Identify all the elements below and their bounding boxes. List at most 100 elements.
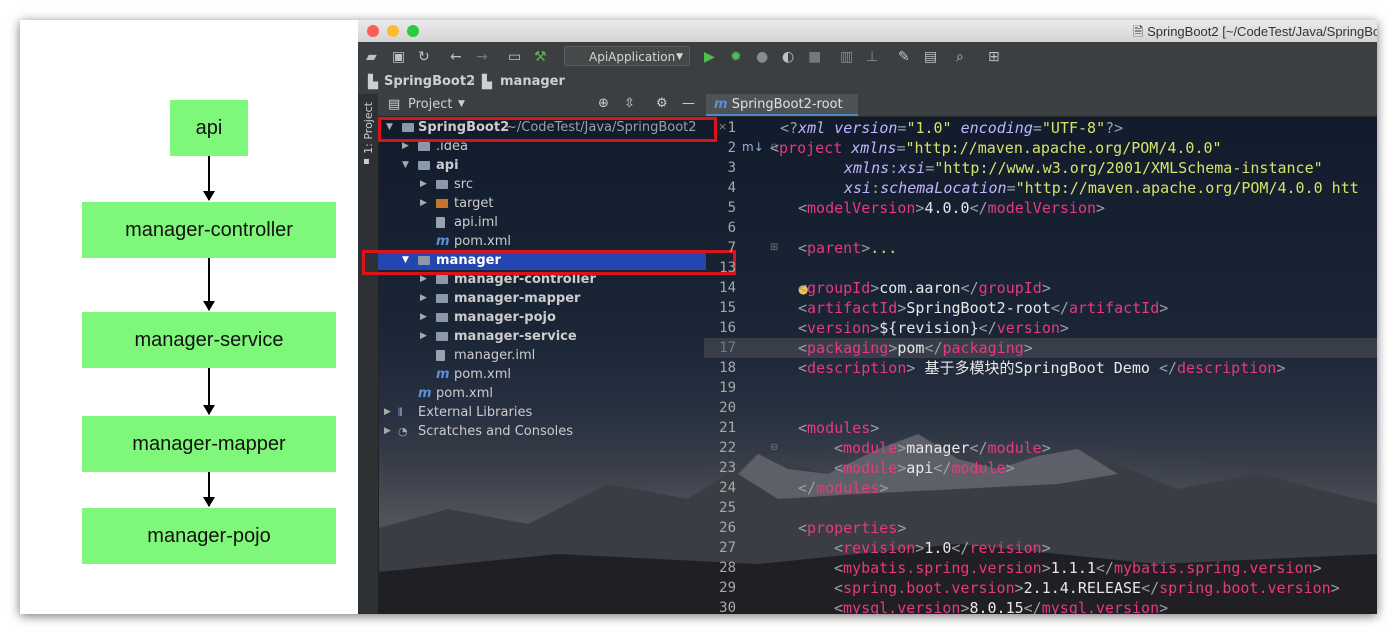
- module-folder-icon: [436, 332, 448, 341]
- deploy-icon[interactable]: ⊥: [866, 48, 878, 66]
- title-bar: 🗎 SpringBoot2 [~/CodeTest/Java/SpringBoo: [358, 20, 1377, 43]
- diagram-box-manager-mapper: manager-mapper: [82, 416, 336, 472]
- tree-item-external-libraries[interactable]: ▶ ⫴ External Libraries: [378, 403, 706, 422]
- editor-tab-bar: m SpringBoot2-root ×: [706, 94, 1377, 133]
- terminal-icon[interactable]: ▭: [508, 48, 521, 66]
- iml-file-icon: [436, 217, 445, 228]
- tree-item-manager-iml[interactable]: manager.iml: [378, 346, 706, 365]
- annotation-box-root: [378, 117, 717, 142]
- maven-file-icon: m: [418, 386, 432, 401]
- collapsed-arrow-icon[interactable]: ▶: [420, 327, 427, 346]
- project-tool-button[interactable]: 1: Project: [362, 102, 375, 154]
- excluded-folder-icon: [436, 199, 448, 208]
- build-project-icon[interactable]: ▥: [840, 48, 853, 66]
- code-editor[interactable]: <?xml version="1.0" encoding="UTF-8"?> <…: [704, 116, 1377, 614]
- line-number-gutter: 1 2 3 4 5 6 7 13 14 15 16 17 18 19 20 21…: [719, 120, 779, 614]
- stop-icon[interactable]: ■: [808, 48, 821, 66]
- breadcrumb-item[interactable]: manager: [500, 74, 565, 89]
- minimize-window-button[interactable]: [387, 25, 399, 37]
- collapsed-arrow-icon[interactable]: ▶: [420, 194, 427, 213]
- forward-icon[interactable]: →: [476, 48, 488, 66]
- tree-item-scratches[interactable]: ▶ ◔ Scratches and Consoles: [378, 422, 706, 441]
- fold-icon[interactable]: ⊞: [770, 242, 778, 253]
- ide-window: 🗎 SpringBoot2 [~/CodeTest/Java/SpringBoo…: [358, 20, 1377, 614]
- tree-item-manager-mapper[interactable]: ▶ manager-mapper: [378, 289, 706, 308]
- module-folder-icon: [418, 161, 430, 170]
- project-structure-icon[interactable]: ▤: [924, 48, 937, 66]
- collapsed-arrow-icon[interactable]: ▶: [420, 175, 427, 194]
- sync-icon[interactable]: ↻: [418, 48, 430, 66]
- save-icon[interactable]: ▣: [392, 48, 405, 66]
- tool-window-strip: 1: Project ▪: [358, 94, 379, 614]
- folder-icon: ▙: [368, 75, 378, 90]
- profile-icon[interactable]: ●: [756, 48, 768, 66]
- close-window-button[interactable]: [367, 25, 379, 37]
- iml-file-icon: [436, 350, 445, 361]
- open-folder-icon[interactable]: ▰: [366, 48, 377, 66]
- project-tree: ▼ SpringBoot2 ~/CodeTest/Java/SpringBoot…: [378, 116, 706, 614]
- settings-wrench-icon[interactable]: ✎: [898, 48, 910, 66]
- project-panel-header: ▤ Project ▼ ⊕ ⇳ ⚙ —: [378, 94, 706, 117]
- folder-icon: [418, 142, 430, 151]
- structure-icon[interactable]: ▪: [363, 156, 370, 167]
- project-file-icon: 🗎: [1133, 24, 1148, 39]
- diagram-box-api: api: [170, 100, 248, 156]
- collapsed-arrow-icon[interactable]: ▶: [384, 403, 391, 422]
- diagram-arrow: [203, 368, 215, 415]
- build-hammer-icon[interactable]: ⚒: [534, 48, 547, 66]
- tree-item-root-pom[interactable]: m pom.xml: [378, 384, 706, 403]
- back-icon[interactable]: ←: [450, 48, 462, 66]
- run-icon[interactable]: ▶: [704, 48, 715, 66]
- locate-icon[interactable]: ⊕: [598, 96, 609, 111]
- tree-item-manager-pom[interactable]: m pom.xml: [378, 365, 706, 384]
- collapsed-arrow-icon[interactable]: ▶: [420, 308, 427, 327]
- debug-icon[interactable]: ✹: [730, 48, 742, 66]
- gear-icon[interactable]: ⚙: [656, 96, 668, 111]
- module-folder-icon: [436, 294, 448, 303]
- maven-override-icon[interactable]: m↓: [742, 140, 764, 154]
- fold-icon[interactable]: ⊖: [770, 442, 778, 453]
- breadcrumb-item[interactable]: SpringBoot2: [384, 74, 475, 89]
- hide-panel-icon[interactable]: —: [682, 96, 695, 111]
- chevron-down-icon[interactable]: ▼: [458, 99, 465, 109]
- scratches-icon: ◔: [398, 425, 408, 438]
- run-configuration-select[interactable]: ApiApplication ▼: [564, 46, 690, 66]
- project-view-icon: ▤: [388, 97, 401, 112]
- tree-item-manager-pojo[interactable]: ▶ manager-pojo: [378, 308, 706, 327]
- tree-item-manager-service[interactable]: ▶ manager-service: [378, 327, 706, 346]
- main-toolbar: ▰ ▣ ↻ ← → ▭ ⚒ ApiApplication ▼ ▶ ✹ ● ◐ ■…: [358, 42, 1377, 73]
- chevron-down-icon: ▼: [676, 52, 683, 62]
- collapse-icon[interactable]: ⇳: [624, 96, 635, 111]
- search-icon[interactable]: ⌕: [956, 48, 964, 66]
- tree-item-target[interactable]: ▶ target: [378, 194, 706, 213]
- maven-file-icon: m: [436, 367, 450, 382]
- diagram-arrow: [203, 472, 215, 507]
- diagram-arrow: [203, 258, 215, 311]
- tree-item-api[interactable]: ▼ api: [378, 156, 706, 175]
- folder-icon: ▙: [482, 75, 492, 90]
- annotation-box-manager: [362, 250, 736, 275]
- database-icon[interactable]: ⊞: [988, 48, 1000, 66]
- diagram-arrow: [203, 156, 215, 201]
- coverage-icon[interactable]: ◐: [782, 48, 794, 66]
- diagram-box-manager-pojo: manager-pojo: [82, 508, 336, 564]
- collapsed-arrow-icon[interactable]: ▶: [384, 422, 391, 441]
- tree-item-src[interactable]: ▶ src: [378, 175, 706, 194]
- diagram-box-manager-service: manager-service: [82, 312, 336, 368]
- zoom-window-button[interactable]: [407, 25, 419, 37]
- diagram-box-manager-controller: manager-controller: [82, 202, 336, 258]
- breadcrumb: ▙ SpringBoot2 › ▙ manager: [358, 72, 1377, 95]
- module-folder-icon: [436, 275, 448, 284]
- breadcrumb-separator: ›: [470, 74, 476, 89]
- collapsed-arrow-icon[interactable]: ▶: [420, 289, 427, 308]
- maven-file-icon: m: [714, 97, 728, 112]
- tab-springboot2-root[interactable]: m SpringBoot2-root ×: [706, 94, 858, 133]
- expanded-arrow-icon[interactable]: ▼: [402, 156, 409, 175]
- library-icon: ⫴: [398, 406, 403, 419]
- project-view-select[interactable]: Project: [408, 97, 452, 112]
- tree-item-api-iml[interactable]: api.iml: [378, 213, 706, 232]
- module-folder-icon: [436, 313, 448, 322]
- tree-item-api-pom[interactable]: m pom.xml: [378, 232, 706, 251]
- module-dependency-diagram: api manager-controller manager-service m…: [20, 20, 358, 614]
- folder-icon: [436, 180, 448, 189]
